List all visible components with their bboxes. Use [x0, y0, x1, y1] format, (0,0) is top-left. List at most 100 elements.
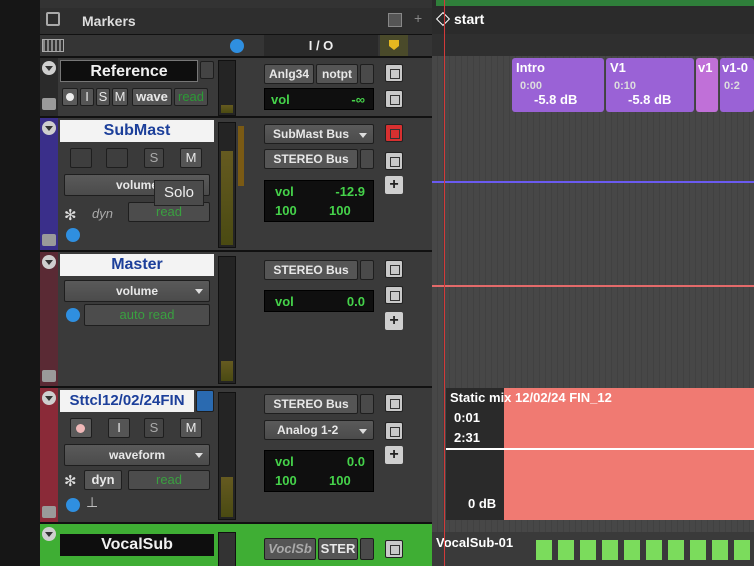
insert-icon[interactable]	[385, 394, 403, 412]
timebase-icon[interactable]	[66, 228, 80, 242]
output-selector[interactable]: notpt	[316, 64, 358, 84]
input-selector[interactable]: SubMast Bus	[264, 124, 374, 144]
comments-header[interactable]	[380, 35, 408, 56]
comment-icon[interactable]	[385, 90, 403, 108]
io-column-header[interactable]: I / O	[264, 35, 378, 56]
track-list-icon[interactable]	[42, 39, 64, 52]
clip-v1-c[interactable]: v1-0 0:2	[720, 58, 754, 112]
routing-icon[interactable]	[42, 506, 56, 518]
mute-button[interactable]: M	[112, 88, 128, 106]
input-monitor-button[interactable]	[106, 148, 128, 168]
start-marker-label[interactable]: start	[454, 11, 484, 27]
pan-left-value[interactable]: 100	[275, 203, 297, 218]
routing-icon[interactable]	[42, 370, 56, 382]
track-name[interactable]: Master	[60, 254, 214, 276]
name-menu-button[interactable]	[200, 61, 214, 79]
view-selector[interactable]: volume	[64, 280, 210, 302]
mute-button[interactable]: M	[180, 148, 202, 168]
track-name[interactable]: Reference	[60, 60, 198, 82]
insert-icon[interactable]	[385, 540, 403, 558]
output-menu-button[interactable]	[360, 64, 374, 84]
volume-readout[interactable]: vol 0.0	[264, 290, 374, 312]
track-sttcl: Sttcl12/02/24FIN I S M waveform ✻ dyn re…	[40, 386, 432, 522]
volume-pan-readout[interactable]: vol -12.9 100 100	[264, 180, 374, 222]
record-button[interactable]	[70, 418, 92, 438]
add-send-icon[interactable]: +	[385, 312, 403, 330]
input-selector[interactable]: Anlg34	[264, 64, 314, 84]
track-name[interactable]: Sttcl12/02/24FIN	[60, 390, 194, 412]
solo-button[interactable]: S	[144, 418, 164, 438]
track-name[interactable]: VocalSub	[60, 534, 214, 556]
snowflake-icon[interactable]: ✻	[64, 206, 77, 224]
clip-name: Static mix 12/02/24 FIN_12	[450, 390, 612, 405]
record-button[interactable]	[62, 88, 78, 106]
record-button[interactable]	[70, 148, 92, 168]
solo-button[interactable]: S	[144, 148, 164, 168]
output-selector[interactable]: STEREO Bus	[264, 149, 358, 169]
output-menu-button[interactable]	[360, 538, 374, 560]
input-monitor-button[interactable]: I	[108, 418, 130, 438]
clip-v1-b[interactable]: v1	[696, 58, 718, 112]
output-selector[interactable]: STER	[318, 538, 358, 560]
routing-icon[interactable]	[42, 98, 56, 110]
pan-right-value[interactable]: 100	[329, 203, 351, 218]
track-submast: SubMast S M volume ✻ dyn read SubMast Bu…	[40, 116, 432, 250]
dyn-button[interactable]: dyn	[84, 470, 122, 490]
output-menu-button[interactable]	[360, 149, 374, 169]
input-selector[interactable]: VoclSb	[264, 538, 316, 560]
insert-icon[interactable]	[385, 64, 403, 82]
pan-right-value[interactable]: 100	[329, 473, 351, 488]
track-menu-icon[interactable]	[42, 61, 56, 75]
snowflake-icon[interactable]: ✻	[64, 472, 77, 490]
volume-pan-readout[interactable]: vol 0.0 100 100	[264, 450, 374, 492]
comment-icon[interactable]	[385, 152, 403, 170]
tuning-fork-icon[interactable]: ⊥	[86, 494, 98, 511]
input-monitor-button[interactable]: I	[80, 88, 94, 106]
comment-icon[interactable]	[385, 286, 403, 304]
submast-volume-line[interactable]	[432, 181, 754, 183]
track-menu-icon[interactable]	[42, 121, 56, 135]
automation-mode[interactable]: read	[128, 470, 210, 490]
output-selector[interactable]: STEREO Bus	[264, 394, 358, 414]
add-send-icon[interactable]: +	[385, 176, 403, 194]
clip-vocalsub[interactable]: VocalSub-01	[432, 532, 754, 566]
track-color-bar	[40, 118, 58, 250]
clip-v1[interactable]: V1 0:10 -5.8 dB	[606, 58, 694, 112]
markers-close-icon[interactable]	[388, 13, 402, 27]
track-menu-icon[interactable]	[42, 255, 56, 269]
input-selector[interactable]: Analog 1-2	[264, 420, 374, 440]
output-menu-button[interactable]	[360, 394, 374, 414]
track-name[interactable]: SubMast	[60, 120, 214, 142]
mute-button[interactable]: M	[180, 418, 202, 438]
output-selector[interactable]: STEREO Bus	[264, 260, 358, 280]
comment-icon[interactable]	[385, 422, 403, 440]
column-header: I / O	[40, 34, 432, 56]
automation-mode[interactable]: auto read	[84, 304, 210, 326]
clip-volume-line[interactable]	[446, 448, 754, 450]
timebase-icon[interactable]	[66, 308, 80, 322]
insert-icon[interactable]	[385, 260, 403, 278]
insert-active-icon[interactable]	[385, 124, 403, 142]
pan-left-value[interactable]: 100	[275, 473, 297, 488]
routing-icon[interactable]	[42, 234, 56, 246]
clip-intro[interactable]: Intro 0:00 -5.8 dB	[512, 58, 604, 112]
name-menu-button[interactable]	[196, 390, 214, 412]
solo-button[interactable]: S	[96, 88, 110, 106]
level-meter	[218, 532, 236, 566]
output-menu-button[interactable]	[360, 260, 374, 280]
volume-readout[interactable]: vol -∞	[264, 88, 374, 110]
playhead-line[interactable]	[444, 0, 445, 566]
timebase-icon[interactable]	[66, 498, 80, 512]
master-volume-line[interactable]	[432, 285, 754, 287]
markers-add-icon[interactable]: +	[414, 10, 422, 26]
timebase-icon[interactable]	[230, 39, 244, 53]
automation-mode[interactable]: read	[174, 88, 208, 106]
view-selector[interactable]: waveform	[64, 444, 210, 466]
add-send-icon[interactable]: +	[385, 446, 403, 464]
marker-diamond-icon[interactable]	[435, 11, 451, 27]
track-menu-icon[interactable]	[42, 527, 56, 541]
timeline-area[interactable]: start Intro 0:00 -5.8 dB V1 0:10 -5.8 dB…	[432, 0, 754, 566]
clip-static-mix[interactable]: Static mix 12/02/24 FIN_12 0:01 2:31 0 d…	[446, 388, 754, 520]
track-menu-icon[interactable]	[42, 391, 56, 405]
view-selector[interactable]: wave	[132, 88, 172, 106]
